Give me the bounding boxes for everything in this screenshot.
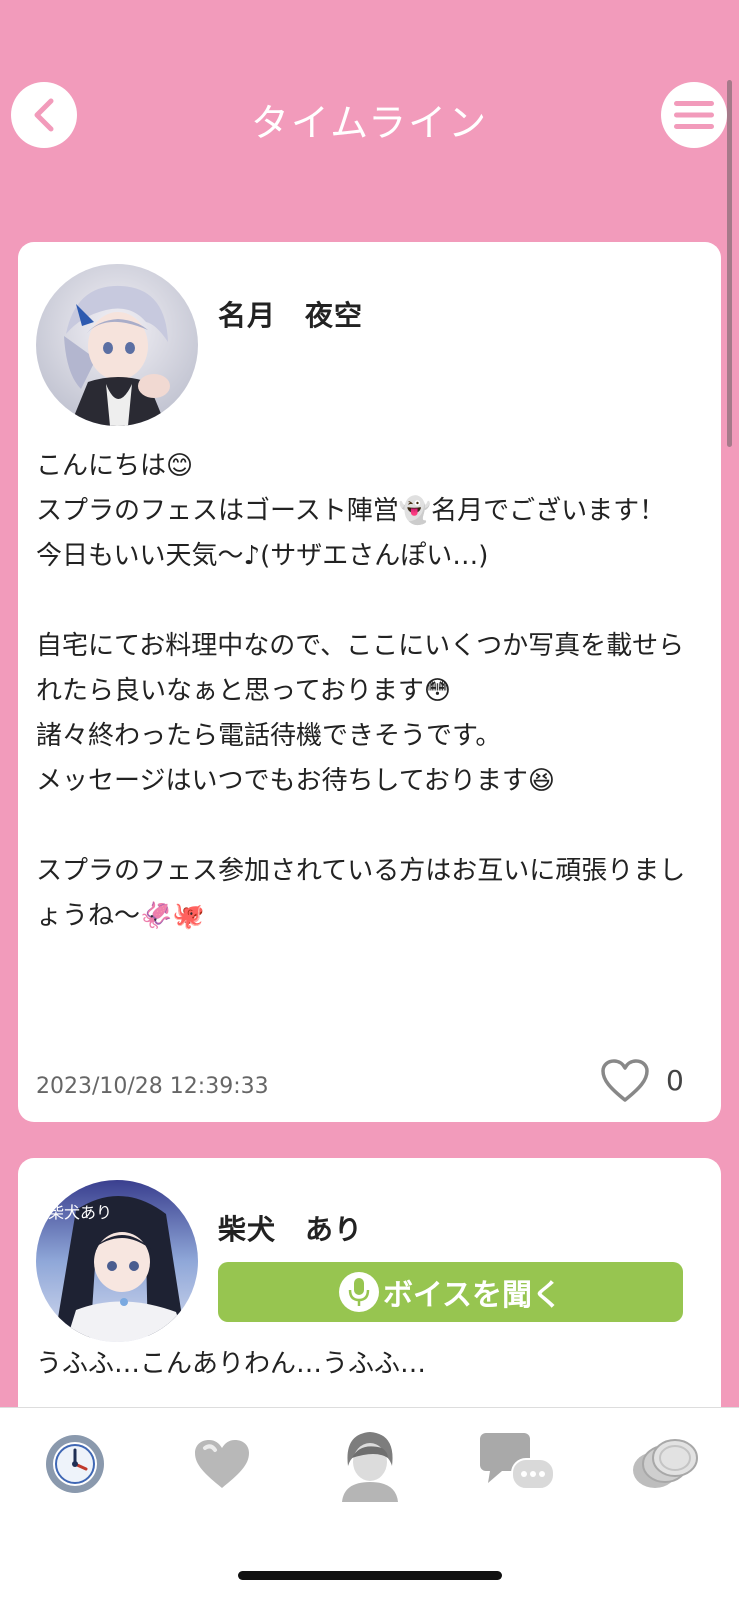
poster-name[interactable]: 柴犬 あり xyxy=(218,1208,363,1248)
chat-bubbles-icon xyxy=(480,1433,555,1490)
heart-outline-icon[interactable] xyxy=(600,1058,650,1104)
avatar-image xyxy=(36,264,198,426)
tab-points[interactable] xyxy=(624,1424,704,1504)
page-title: タイムライン xyxy=(250,101,489,145)
header: タイムライン xyxy=(0,0,739,200)
tab-timeline[interactable] xyxy=(35,1424,115,1504)
menu-button[interactable] xyxy=(661,82,727,148)
tab-profile[interactable] xyxy=(330,1424,410,1504)
coins-icon xyxy=(633,1439,698,1488)
post-text: うふふ…こんありわん…うふふ… xyxy=(36,1349,427,1379)
post-timestamp: 2023/10/28 12:39:33 xyxy=(36,1074,269,1099)
microphone-icon xyxy=(338,1272,379,1312)
listen-voice-label: ボイスを聞く xyxy=(382,1278,563,1313)
tab-messages[interactable] xyxy=(478,1424,558,1504)
hamburger-icon xyxy=(674,101,714,129)
avatar-watermark: 柴犬あり xyxy=(48,1203,112,1222)
home-indicator[interactable] xyxy=(238,1571,502,1580)
heart-icon xyxy=(195,1440,249,1488)
tab-favorites[interactable] xyxy=(182,1424,262,1504)
listen-voice-button[interactable]: ボイスを聞く xyxy=(218,1262,683,1322)
clock-icon xyxy=(46,1435,104,1493)
timeline-post: 柴犬あり 柴犬 あり ボイスを聞く うふふ…こんありわん…うふふ… xyxy=(18,1158,721,1418)
person-icon xyxy=(342,1432,398,1502)
avatar[interactable]: 柴犬あり xyxy=(36,1180,198,1342)
avatar[interactable] xyxy=(36,264,198,426)
timeline-post: 名月 夜空 こんにちは😊 スプラのフェスはゴースト陣営👻名月でございます！ 今日… xyxy=(18,242,721,1122)
like-count: 0 xyxy=(666,1064,684,1097)
poster-name[interactable]: 名月 夜空 xyxy=(218,294,363,334)
post-text: こんにちは😊 スプラのフェスはゴースト陣営👻名月でございます！ 今日もいい天気〜… xyxy=(36,451,686,931)
avatar-image: 柴犬あり xyxy=(36,1180,198,1342)
scrollbar-thumb[interactable] xyxy=(727,80,732,447)
